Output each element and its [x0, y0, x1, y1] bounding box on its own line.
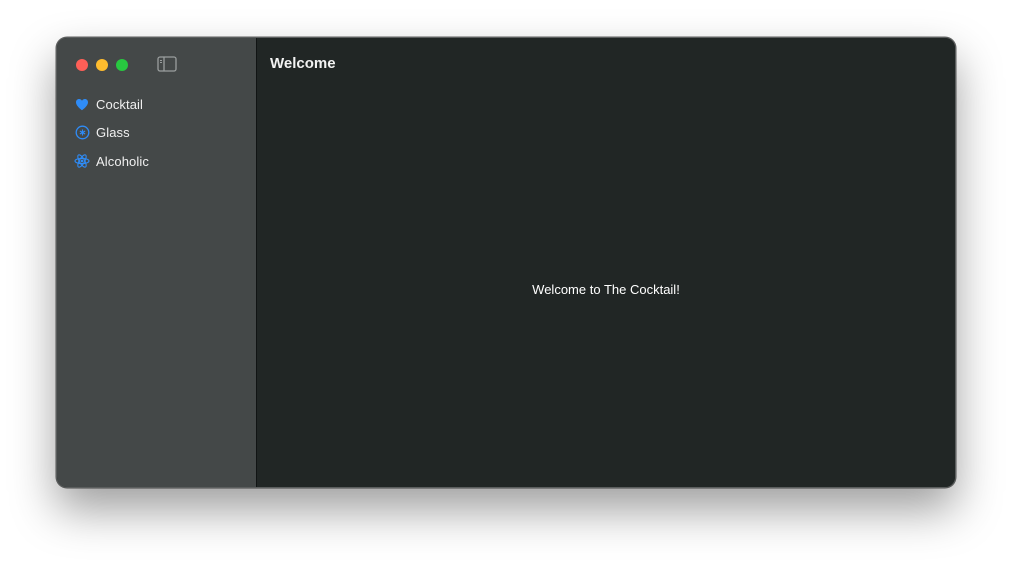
sidebar-item-label: Alcoholic — [96, 153, 149, 169]
sidebar-item-label: Cocktail — [96, 96, 144, 112]
heart-icon — [74, 96, 90, 112]
sidebar-item-alcoholic[interactable]: Alcoholic — [57, 147, 256, 176]
sidebar: Cocktail Glass Alcoholic — [57, 38, 257, 487]
star-circle-icon — [74, 125, 90, 141]
sidebar-item-label: Glass — [96, 125, 130, 141]
sidebar-toggle-icon[interactable] — [157, 55, 177, 73]
atom-icon — [74, 153, 90, 169]
sidebar-item-glass[interactable]: Glass — [57, 119, 256, 148]
close-window-button[interactable] — [76, 59, 88, 71]
sidebar-nav: Cocktail Glass Alcoholic — [57, 90, 256, 176]
main-content: Welcome Welcome to The Cocktail! — [257, 38, 955, 487]
minimize-window-button[interactable] — [96, 59, 108, 71]
welcome-message: Welcome to The Cocktail! — [532, 282, 680, 297]
maximize-window-button[interactable] — [116, 59, 128, 71]
sidebar-item-cocktail[interactable]: Cocktail — [57, 90, 256, 119]
page-title: Welcome — [270, 55, 336, 72]
app-window: Cocktail Glass Alcoholic Welcome Welcome… — [56, 37, 956, 488]
